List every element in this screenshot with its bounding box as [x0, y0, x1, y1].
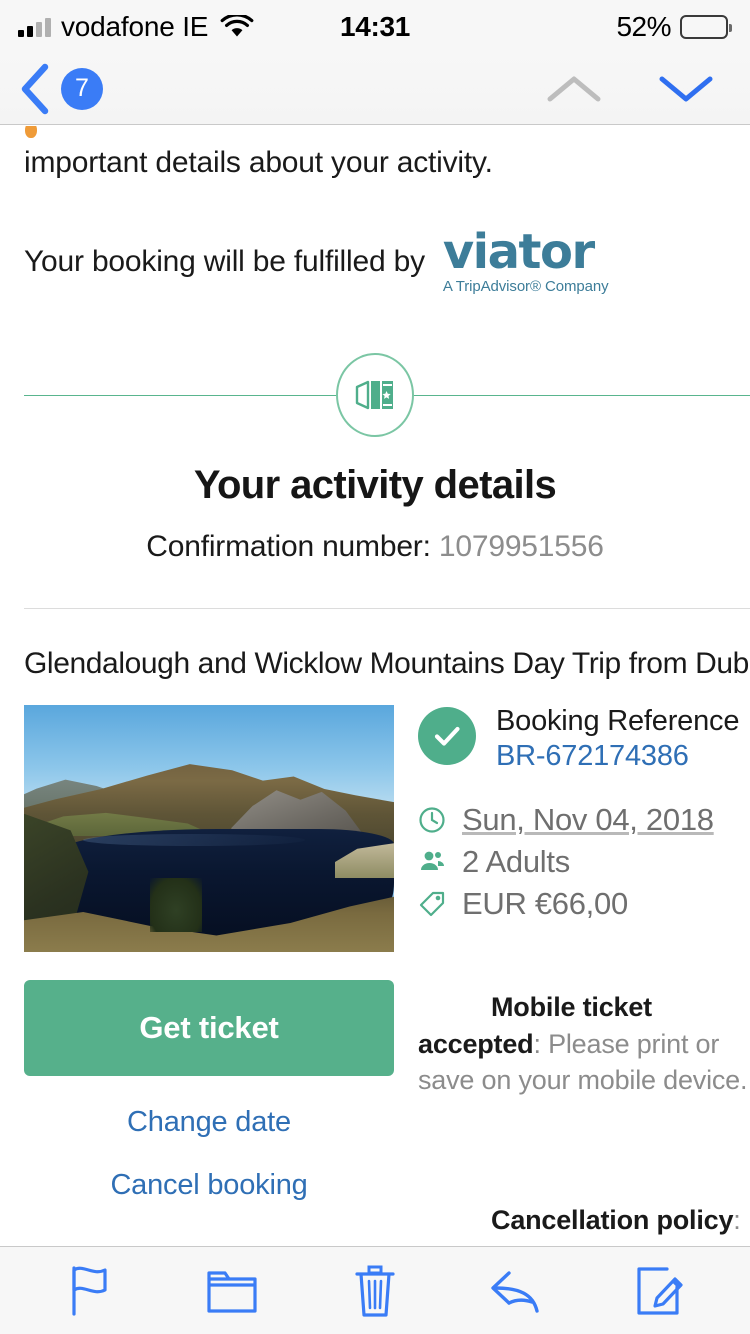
signal-bars-icon	[18, 17, 51, 37]
email-body: important details about your activity. Y…	[0, 126, 750, 1246]
intro-text: important details about your activity.	[24, 146, 493, 179]
booking-detail-columns: Get ticket Change date Cancel booking Bo…	[0, 681, 750, 1246]
trash-icon[interactable]	[332, 1256, 418, 1326]
meta-row-date: Sun, Nov 04, 2018	[418, 802, 750, 838]
cancel-booking-link[interactable]: Cancel booking	[24, 1169, 394, 1202]
carrier-label: vodafone IE	[61, 10, 209, 42]
viator-logo: viator A TripAdvisor® Company	[25, 126, 609, 296]
note-mobile-ticket: Mobile ticket accepted: Please print or …	[418, 952, 750, 1136]
note-sep-1: :	[733, 1205, 748, 1236]
message-nav-group	[544, 71, 716, 107]
booking-left-column: Get ticket Change date Cancel booking	[24, 705, 394, 1246]
booking-reference-row: Booking Reference BR-672174386	[418, 705, 750, 776]
confirmation-number: 1079951556	[438, 530, 604, 564]
activity-photo	[24, 705, 394, 953]
change-date-link[interactable]: Change date	[24, 1106, 394, 1139]
mail-message-screen: vodafone IE 14:31 52% 7 important detail…	[0, 0, 750, 1334]
get-ticket-button[interactable]: Get ticket	[24, 980, 394, 1077]
booking-reference-value[interactable]: BR-672174386	[496, 738, 739, 776]
status-bar-right: 52%	[616, 10, 732, 43]
activity-title: Glendalough and Wicklow Mountains Day Tr…	[24, 647, 750, 681]
folder-icon[interactable]	[189, 1256, 275, 1326]
ticket-medallion	[336, 353, 414, 438]
fulfilled-by-row: Your booking will be fulfilled by viator…	[0, 126, 750, 296]
battery-percent-label: 52%	[616, 10, 671, 42]
chevron-down-icon[interactable]	[656, 71, 716, 107]
tag-icon	[419, 892, 445, 917]
booking-right-column: Booking Reference BR-672174386 Sun, Nov …	[418, 705, 750, 1246]
viator-wordmark: viator	[442, 223, 595, 280]
confirmation-label: Confirmation number:	[146, 530, 431, 564]
status-bar-left: vodafone IE	[18, 10, 254, 42]
chevron-left-icon	[21, 63, 49, 114]
people-icon	[421, 851, 444, 871]
booking-reference-block: Booking Reference BR-672174386	[496, 705, 739, 776]
mail-toolbar	[0, 1246, 750, 1334]
chevron-up-icon[interactable]	[544, 71, 604, 107]
unread-count-badge: 7	[61, 67, 103, 110]
booking-meta-list: Sun, Nov 04, 2018 2 Adults EUR €66,00	[418, 802, 750, 922]
compose-icon[interactable]	[618, 1256, 704, 1326]
note-sep-0: :	[533, 1028, 549, 1059]
price-amount: EUR €66,00	[462, 886, 628, 922]
activity-date: Sun, Nov 04, 2018	[462, 802, 714, 838]
viator-tagline: A TripAdvisor® Company	[442, 278, 609, 296]
meta-row-price: EUR €66,00	[418, 886, 750, 922]
battery-icon	[680, 14, 732, 39]
fulfilled-by-label: Your booking will be fulfilled by	[24, 245, 425, 279]
page-title: Your activity details	[193, 463, 557, 508]
confirmation-line: Confirmation number: 1079951556	[0, 530, 750, 564]
reply-icon[interactable]	[475, 1256, 561, 1326]
note-label-cancellation: Cancellation policy	[491, 1205, 734, 1236]
flag-icon[interactable]	[46, 1256, 132, 1326]
traveler-count: 2 Adults	[462, 844, 570, 880]
ticket-divider	[0, 353, 750, 438]
ticket-icon	[355, 380, 393, 410]
status-bar: vodafone IE 14:31 52%	[0, 0, 750, 53]
check-circle-icon	[418, 707, 476, 766]
meta-row-travelers: 2 Adults	[418, 844, 750, 880]
navigation-bar: 7	[0, 53, 750, 125]
booking-reference-label: Booking Reference	[496, 705, 740, 738]
wifi-icon	[220, 14, 254, 36]
clock-icon	[419, 807, 445, 833]
note-cancellation-policy: Cancellation policy: See the Important i…	[418, 1166, 750, 1246]
back-button[interactable]: 7	[18, 62, 103, 116]
